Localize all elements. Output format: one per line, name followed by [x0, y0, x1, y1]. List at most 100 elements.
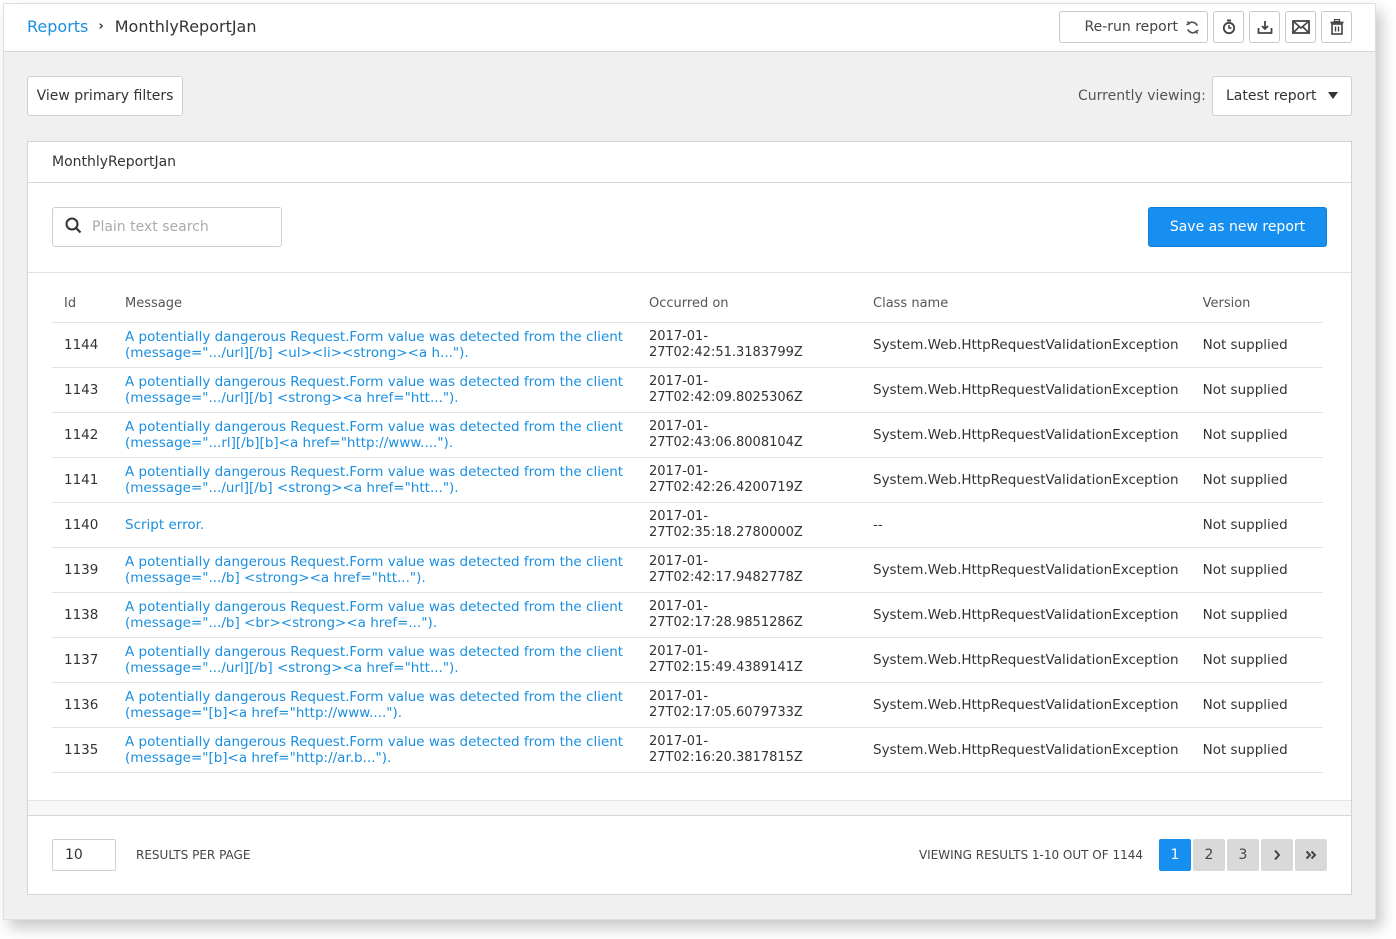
cell-occurred-on: 2017-01- 27T02:17:05.6079733Z [637, 682, 861, 728]
table-row[interactable]: 1142 A potentially dangerous Request.Form… [52, 412, 1323, 458]
results-per-page-input[interactable] [52, 839, 116, 871]
message-line-2: (message=".../b] <strong><a href="htt...… [125, 569, 426, 586]
viewing-results-text: VIEWING RESULTS 1-10 OUT OF 1144 [918, 848, 1143, 862]
email-button[interactable] [1285, 11, 1316, 43]
column-header-version[interactable]: Version [1190, 285, 1323, 323]
message-link[interactable]: Script error. [125, 517, 204, 533]
cell-version: Not supplied [1190, 457, 1323, 503]
message-link[interactable]: A potentially dangerous Request.Form val… [125, 374, 623, 406]
message-line-2: (message="[b]<a href="http://www...."). [125, 704, 403, 721]
cell-occurred-on: 2017-01- 27T02:42:09.8025306Z [637, 367, 861, 413]
message-link[interactable]: A potentially dangerous Request.Form val… [125, 554, 623, 586]
cell-version: Not supplied [1190, 547, 1323, 593]
message-link[interactable]: A potentially dangerous Request.Form val… [125, 734, 623, 766]
date-line-2: 27T02:42:09.8025306Z [649, 389, 803, 405]
cell-class-name: System.Web.HttpRequestValidationExceptio… [861, 322, 1191, 368]
table-row[interactable]: 1139 A potentially dangerous Request.Form… [52, 547, 1323, 593]
cell-class-name: System.Web.HttpRequestValidationExceptio… [861, 547, 1191, 593]
page-2-button[interactable]: 2 [1193, 839, 1225, 871]
currently-viewing-select[interactable]: Latest report [1212, 76, 1352, 116]
top-bar: Reports › MonthlyReportJan Re-run report [4, 4, 1375, 52]
cell-message: A potentially dangerous Request.Form val… [113, 322, 637, 368]
report-panel: MonthlyReportJan Save as new report Id M… [27, 141, 1352, 895]
message-link[interactable]: A potentially dangerous Request.Form val… [125, 689, 623, 721]
cell-id: 1141 [52, 457, 113, 503]
breadcrumb: Reports › MonthlyReportJan [27, 17, 257, 36]
save-as-new-report-button[interactable]: Save as new report [1148, 207, 1327, 247]
date-line-2: 27T02:42:26.4200719Z [649, 479, 803, 495]
column-header-id[interactable]: Id [52, 285, 113, 323]
breadcrumb-reports-link[interactable]: Reports [27, 17, 88, 36]
message-line-2: (message=".../b] <br><strong><a href=...… [125, 614, 438, 631]
cell-message: A potentially dangerous Request.Form val… [113, 682, 637, 728]
date-line-2: 27T02:42:51.3183799Z [649, 344, 803, 360]
message-line-1: A potentially dangerous Request.Form val… [125, 598, 624, 615]
message-link[interactable]: A potentially dangerous Request.Form val… [125, 464, 623, 496]
cell-version: Not supplied [1190, 322, 1323, 368]
message-line-1: A potentially dangerous Request.Form val… [125, 418, 624, 435]
date-line-2: 27T02:17:28.9851286Z [649, 614, 803, 630]
divider [28, 272, 1351, 273]
divider [28, 182, 1351, 183]
column-header-class-name[interactable]: Class name [861, 285, 1191, 323]
results-table: Id Message Occurred on Class name Versio… [52, 285, 1323, 773]
message-line-1: A potentially dangerous Request.Form val… [125, 733, 624, 750]
table-header-row: Id Message Occurred on Class name Versio… [52, 285, 1323, 323]
message-line-1: A potentially dangerous Request.Form val… [125, 373, 624, 390]
date-line-2: 27T02:16:20.3817815Z [649, 749, 803, 765]
download-button[interactable] [1249, 11, 1280, 43]
table-row[interactable]: 1141 A potentially dangerous Request.Form… [52, 457, 1323, 503]
chevron-right-icon [1274, 849, 1281, 861]
cell-version: Not supplied [1190, 412, 1323, 458]
cell-id: 1137 [52, 637, 113, 683]
report-toolbar: Re-run report [1059, 11, 1352, 43]
table-row[interactable]: 1135 A potentially dangerous Request.Form… [52, 727, 1323, 773]
table-row[interactable]: 1144 A potentially dangerous Request.Form… [52, 322, 1323, 368]
table-row[interactable]: 1143 A potentially dangerous Request.Form… [52, 367, 1323, 413]
message-link[interactable]: A potentially dangerous Request.Form val… [125, 644, 623, 676]
cell-class-name: System.Web.HttpRequestValidationExceptio… [861, 727, 1191, 773]
date-line-2: 27T02:15:49.4389141Z [649, 659, 803, 675]
message-line-1: A potentially dangerous Request.Form val… [125, 688, 624, 705]
date-line-1: 2017-01- [649, 598, 709, 614]
date-line-1: 2017-01- [649, 553, 709, 569]
rerun-report-button[interactable]: Re-run report [1059, 11, 1208, 43]
double-chevron-right-icon [1305, 850, 1317, 860]
page-3-button[interactable]: 3 [1227, 839, 1259, 871]
cell-occurred-on: 2017-01- 27T02:42:26.4200719Z [637, 457, 861, 503]
cell-class-name: System.Web.HttpRequestValidationExceptio… [861, 682, 1191, 728]
cell-message: A potentially dangerous Request.Form val… [113, 367, 637, 413]
column-header-occurred-on[interactable]: Occurred on [637, 285, 861, 323]
column-header-message[interactable]: Message [113, 285, 637, 323]
chevron-right-icon: › [98, 19, 104, 34]
date-line-1: 2017-01- [649, 688, 709, 704]
message-link[interactable]: A potentially dangerous Request.Form val… [125, 329, 623, 361]
schedule-button[interactable] [1213, 11, 1244, 43]
cell-message: A potentially dangerous Request.Form val… [113, 547, 637, 593]
search-box [52, 207, 282, 247]
cell-id: 1140 [52, 502, 113, 548]
results-per-page-label: RESULTS PER PAGE [136, 848, 251, 862]
message-line-1: A potentially dangerous Request.Form val… [125, 463, 624, 480]
cell-message: A potentially dangerous Request.Form val… [113, 592, 637, 638]
last-page-button[interactable] [1295, 839, 1327, 871]
message-link[interactable]: A potentially dangerous Request.Form val… [125, 419, 623, 451]
table-row[interactable]: 1140 Script error. 2017-01- 27T02:35:18.278… [52, 502, 1323, 548]
message-line-2: (message=".../url][/b] <strong><a href="… [125, 659, 459, 676]
cell-occurred-on: 2017-01- 27T02:17:28.9851286Z [637, 592, 861, 638]
cell-class-name: System.Web.HttpRequestValidationExceptio… [861, 637, 1191, 683]
cell-version: Not supplied [1190, 682, 1323, 728]
search-input[interactable] [92, 219, 272, 235]
cell-class-name: System.Web.HttpRequestValidationExceptio… [861, 457, 1191, 503]
next-page-button[interactable] [1261, 839, 1293, 871]
cell-class-name: System.Web.HttpRequestValidationExceptio… [861, 367, 1191, 413]
page-1-button[interactable]: 1 [1159, 839, 1191, 871]
delete-button[interactable] [1321, 11, 1352, 43]
view-primary-filters-button[interactable]: View primary filters [27, 76, 183, 116]
cell-occurred-on: 2017-01- 27T02:35:18.2780000Z [637, 502, 861, 548]
table-row[interactable]: 1137 A potentially dangerous Request.Form… [52, 637, 1323, 683]
table-row[interactable]: 1136 A potentially dangerous Request.Form… [52, 682, 1323, 728]
table-row[interactable]: 1138 A potentially dangerous Request.Form… [52, 592, 1323, 638]
table-footer-strip [28, 800, 1351, 816]
message-link[interactable]: A potentially dangerous Request.Form val… [125, 599, 623, 631]
